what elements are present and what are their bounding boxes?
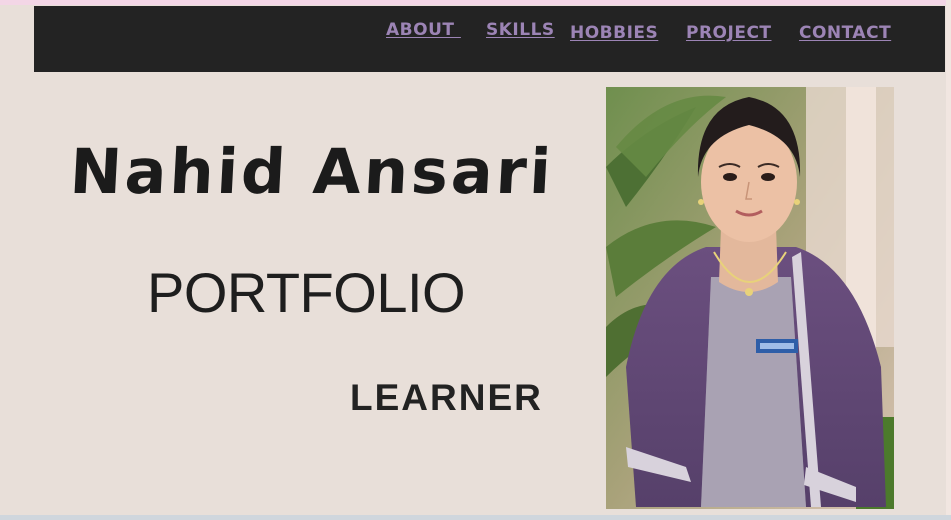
nav-link-project[interactable]: PROJECT xyxy=(686,23,772,43)
hero-subtitle: PORTFOLIO xyxy=(147,261,466,324)
nav-link-hobbies[interactable]: HOBBIES xyxy=(570,23,658,43)
profile-photo-illustration xyxy=(606,87,894,509)
right-border xyxy=(946,0,951,520)
hero-name: Nahid Ansari xyxy=(68,135,556,208)
profile-photo xyxy=(606,87,894,509)
nav-link-contact[interactable]: CONTACT xyxy=(799,23,891,43)
nav-link-skills[interactable]: SKILLS xyxy=(486,20,555,40)
nav-link-about[interactable]: ABOUT xyxy=(386,20,461,40)
navbar: ABOUT SKILLS HOBBIES PROJECT CONTACT xyxy=(34,6,945,72)
bottom-border xyxy=(0,515,951,520)
top-border xyxy=(0,0,951,5)
hero-role: LEARNER xyxy=(350,377,543,418)
